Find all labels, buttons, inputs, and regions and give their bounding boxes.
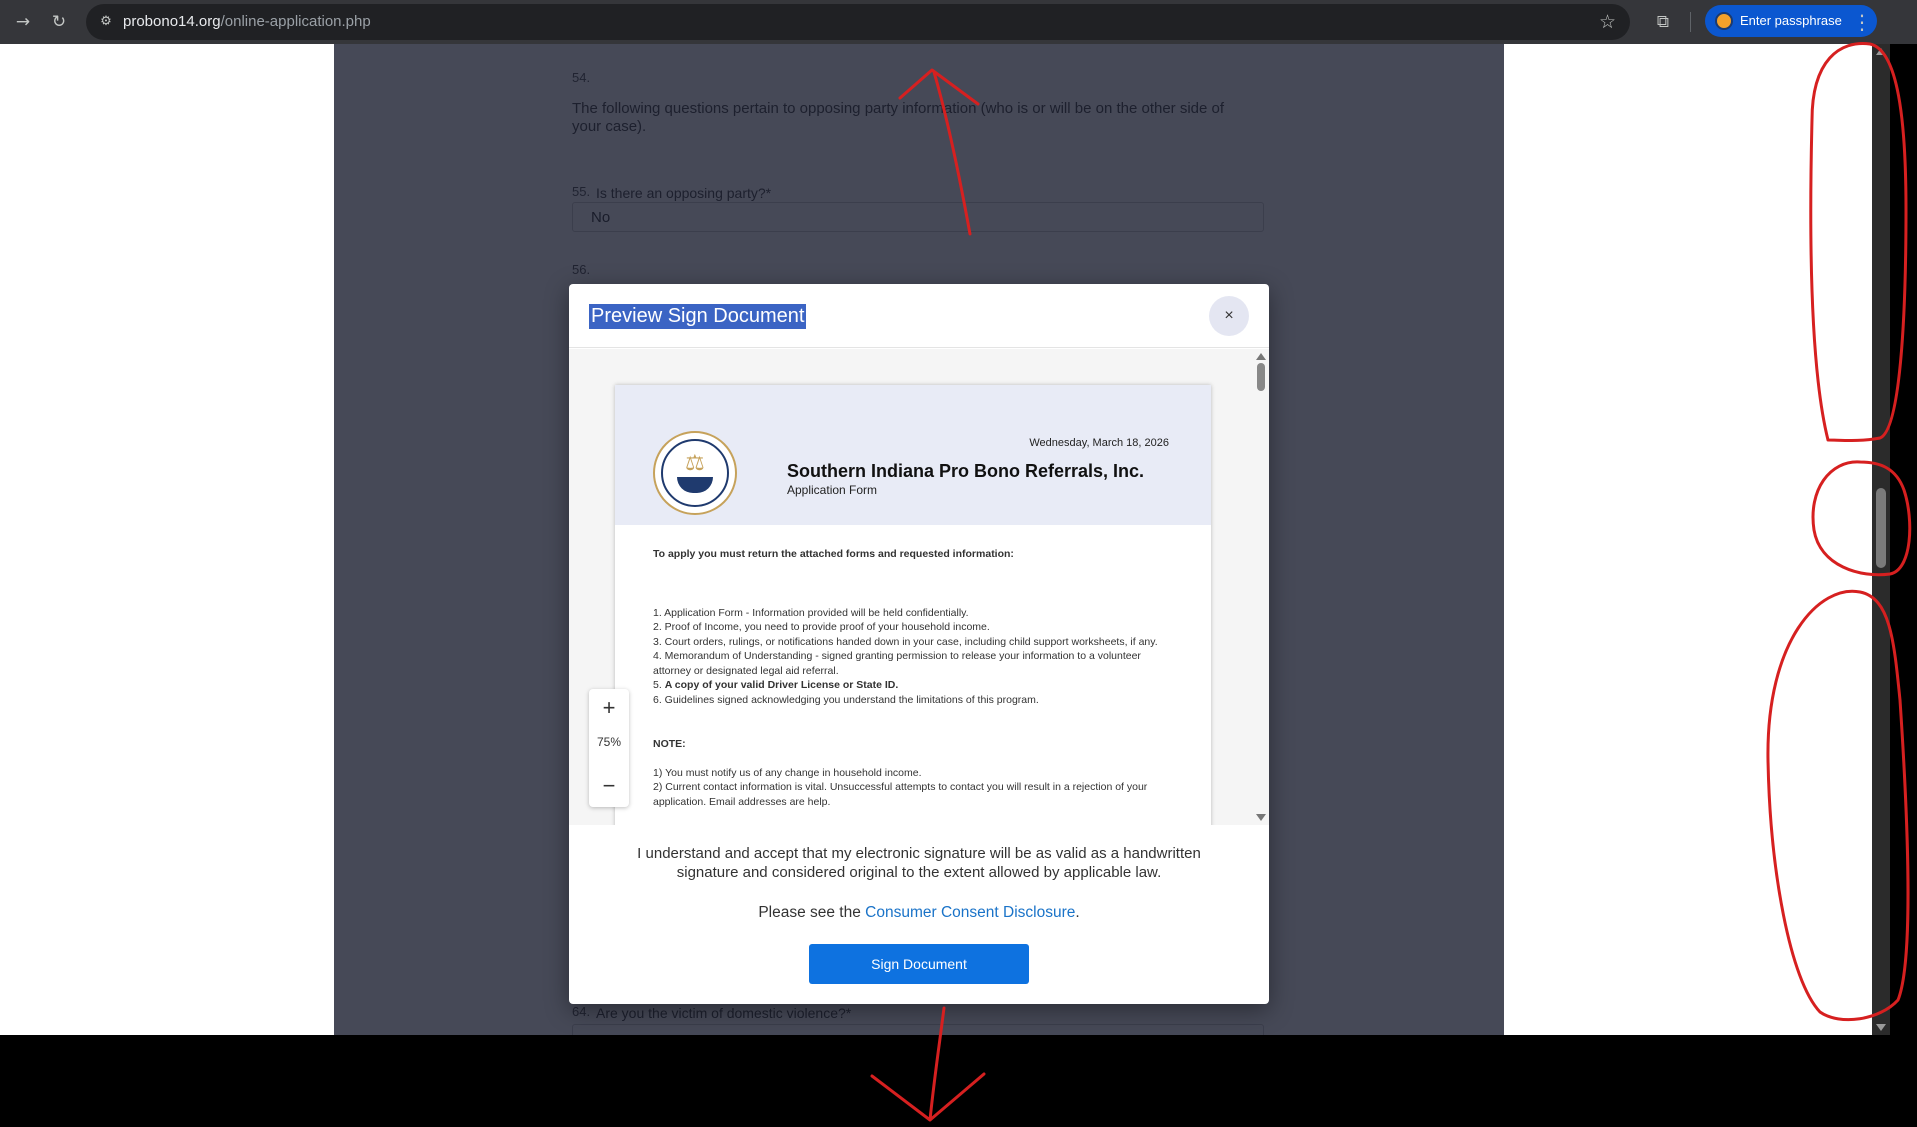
scroll-up-arrow-icon[interactable]	[1876, 48, 1886, 55]
consumer-consent-disclosure-link[interactable]: Consumer Consent Disclosure	[865, 904, 1075, 921]
see-prefix: Please see the	[758, 904, 866, 921]
reload-icon[interactable]: ↻	[48, 11, 70, 33]
zoom-out-button[interactable]: −	[589, 771, 629, 801]
page-scrollbar[interactable]	[1872, 44, 1890, 1035]
org-name: Southern Indiana Pro Bono Referrals, Inc…	[787, 461, 1145, 481]
document-preview[interactable]: ⚖ Wednesday, March 18, 2026 Southern Ind…	[569, 349, 1269, 825]
question-56-number: 56.	[572, 262, 591, 277]
bottom-black-band	[0, 1035, 1917, 1127]
question-55-label: Is there an opposing party?*	[596, 185, 772, 201]
zoom-in-button[interactable]: +	[589, 693, 629, 723]
document-page: ⚖ Wednesday, March 18, 2026 Southern Ind…	[615, 385, 1211, 825]
document-intro: To apply you must return the attached fo…	[653, 548, 1014, 560]
justice-scale-icon: ⚖	[685, 450, 705, 475]
modal-title: Preview Sign Document	[589, 304, 807, 329]
url-domain: probono14.org	[123, 13, 221, 30]
bookmark-star-icon[interactable]: ☆	[1599, 11, 1616, 33]
note-heading: NOTE:	[653, 738, 686, 750]
note-item: 2) Current contact information is vital.…	[653, 781, 1148, 808]
document-date: Wednesday, March 18, 2026	[1029, 437, 1169, 449]
sign-document-button[interactable]: Sign Document	[809, 944, 1029, 984]
preview-scrollbar[interactable]	[1253, 349, 1269, 825]
requirement-item: 4. Memorandum of Understanding - signed …	[653, 650, 1141, 677]
modal-header: Preview Sign Document ×	[569, 284, 1269, 348]
question-55-number: 55.	[572, 184, 591, 199]
preview-scrollbar-thumb[interactable]	[1257, 363, 1265, 391]
document-body: To apply you must return the attached fo…	[653, 547, 1173, 809]
url-text[interactable]: probono14.org/online-application.php	[123, 13, 371, 30]
note-item: 1) You must notify us of any change in h…	[653, 766, 922, 779]
document-subtitle: Application Form	[787, 483, 878, 497]
requirement-item-5: 5. A copy of your valid Driver License o…	[653, 678, 1173, 693]
forward-icon[interactable]: →	[12, 11, 34, 33]
opposing-party-select[interactable]: No	[572, 202, 1264, 232]
question-54-text: The following questions pertain to oppos…	[572, 100, 1225, 135]
domestic-violence-select[interactable]	[572, 1024, 1264, 1035]
requirement-item: 1. Application Form - Information provid…	[653, 606, 969, 619]
org-logo: ⚖	[653, 431, 737, 515]
address-bar[interactable]: ⚙ probono14.org/online-application.php ☆	[86, 4, 1630, 40]
question-64-number: 64.	[572, 1004, 591, 1019]
preview-scroll-down-icon[interactable]	[1256, 814, 1266, 821]
requirement-item: 2. Proof of Income, you need to provide …	[653, 621, 990, 633]
zoom-level: 75%	[596, 735, 622, 749]
item5-bold: A copy of your valid Driver License or S…	[664, 679, 899, 691]
preview-scroll-up-icon[interactable]	[1256, 353, 1266, 360]
scrollbar-thumb[interactable]	[1876, 488, 1886, 568]
requirement-item: 6. Guidelines signed acknowledging you u…	[653, 693, 1039, 706]
question-54-number: 54.	[572, 70, 591, 85]
scroll-down-arrow-icon[interactable]	[1876, 1024, 1886, 1031]
see-suffix: .	[1075, 904, 1080, 921]
sign-document-modal: Preview Sign Document × ⚖ Wednesday, Mar…	[569, 284, 1269, 1004]
url-path: /online-application.php	[220, 13, 371, 30]
esignature-consent-text: I understand and accept that my electron…	[637, 845, 1201, 881]
browser-toolbar: → ↻ ⚙ probono14.org/online-application.p…	[0, 0, 1917, 44]
close-icon: ×	[1224, 307, 1234, 324]
zoom-control: + 75% −	[589, 689, 629, 807]
passphrase-label: Enter passphrase	[1740, 13, 1842, 28]
consent-disclosure-line: Please see the Consumer Consent Disclosu…	[569, 904, 1269, 922]
document-header: ⚖ Wednesday, March 18, 2026 Southern Ind…	[615, 385, 1211, 525]
extension-logo-icon	[1715, 12, 1733, 30]
question-64-label: Are you the victim of domestic violence?…	[596, 1005, 852, 1021]
item5-prefix: 5.	[653, 679, 665, 691]
close-button[interactable]: ×	[1209, 296, 1249, 336]
tab-search-icon[interactable]: ⧉	[1652, 11, 1674, 33]
toolbar-divider	[1690, 12, 1691, 32]
menu-kebab-icon[interactable]: ⋮	[1852, 11, 1872, 33]
site-settings-icon[interactable]: ⚙	[96, 12, 116, 32]
requirement-item: 3. Court orders, rulings, or notificatio…	[653, 635, 1158, 648]
